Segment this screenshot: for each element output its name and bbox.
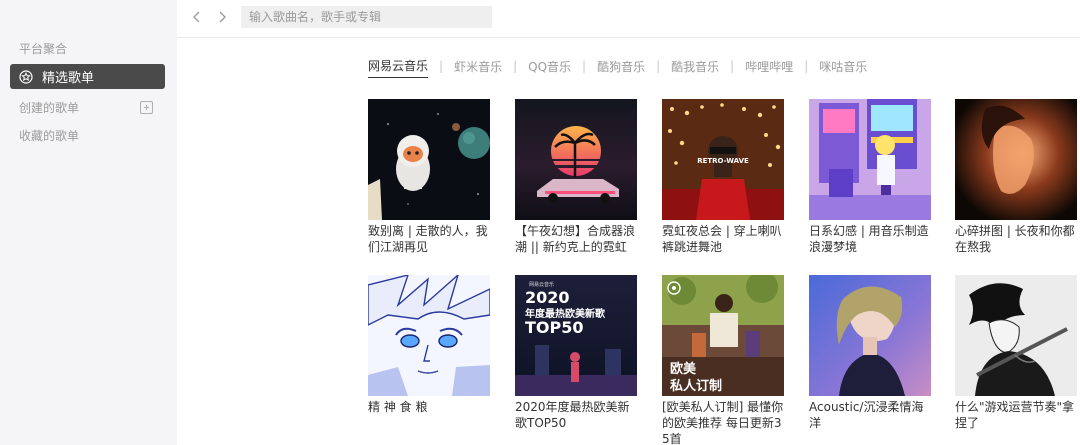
tab-divider: | [656, 59, 661, 73]
cover-text: 欧美 [670, 361, 697, 377]
tab-divider: | [439, 59, 444, 73]
add-playlist-icon[interactable] [140, 101, 153, 114]
playlist-cover[interactable] [515, 99, 637, 220]
playlist-title[interactable]: [欧美私人订制] 最懂你的欧美推荐 每日更新35首 [662, 399, 788, 445]
tab-qq[interactable]: QQ音乐 [528, 58, 571, 78]
playlist-title[interactable]: 精 神 食 粮 [368, 399, 494, 415]
star-circle-icon [19, 69, 33, 84]
cover-text: RETRO-WAVE [697, 157, 749, 165]
tab-xiami[interactable]: 虾米音乐 [454, 58, 502, 78]
tab-bilibili[interactable]: 哔哩哔哩 [745, 58, 793, 78]
playlist-card[interactable]: 精 神 食 粮 [368, 275, 490, 415]
tab-kuwo[interactable]: 酷我音乐 [671, 58, 719, 78]
sidebar-section-label: 平台聚合 [19, 42, 68, 56]
tab-divider: | [513, 59, 518, 73]
top-bar [177, 0, 1080, 38]
playlist-card[interactable]: 网易云音乐 2020 年度最热欧美新歌 TOP50 2020年度最热欧美新歌TO… [515, 275, 637, 431]
cover-text: 网易云音乐 [529, 281, 554, 288]
playlist-title[interactable]: Acoustic/沉浸柔情海洋 [809, 399, 935, 431]
playlist-card[interactable]: RETRO-WAVE 霓虹夜总会 | 穿上喇叭裤跳进舞池 [662, 99, 784, 255]
tab-migu[interactable]: 咪咕音乐 [819, 58, 867, 78]
playlist-title[interactable]: 霓虹夜总会 | 穿上喇叭裤跳进舞池 [662, 223, 788, 255]
cover-text: 2020 [525, 288, 570, 307]
tab-divider: | [804, 59, 809, 73]
sidebar-item-created-playlists[interactable]: 创建的歌单 [19, 99, 153, 116]
playlist-cover[interactable]: 欧美 私人订制 [662, 275, 784, 396]
playlist-title[interactable]: 什么"游戏运营节奏"拿捏了 [955, 399, 1080, 431]
chevron-left-icon[interactable] [189, 8, 205, 26]
playlist-card[interactable]: 致别离 | 走散的人，我们江湖再见 [368, 99, 490, 255]
playlist-title[interactable]: 【午夜幻想】合成器浪潮 || 新约克上的霓虹 [515, 223, 641, 255]
playlist-card[interactable]: 【午夜幻想】合成器浪潮 || 新约克上的霓虹 [515, 99, 637, 255]
playlist-cover[interactable] [955, 275, 1077, 396]
playlist-title[interactable]: 2020年度最热欧美新歌TOP50 [515, 399, 641, 431]
playlist-title[interactable]: 心碎拼图 | 长夜和你都在熬我 [955, 223, 1080, 255]
playlist-cover[interactable] [368, 275, 490, 396]
chevron-right-icon[interactable] [214, 8, 230, 26]
playlist-cover[interactable] [955, 99, 1077, 220]
sidebar-item-label: 收藏的歌单 [19, 129, 80, 143]
playlist-card[interactable]: 欧美 私人订制 [欧美私人订制] 最懂你的欧美推荐 每日更新35首 [662, 275, 784, 445]
playlist-card[interactable]: 什么"游戏运营节奏"拿捏了 [955, 275, 1077, 431]
playlist-title[interactable]: 致别离 | 走散的人，我们江湖再见 [368, 223, 494, 255]
playlist-title[interactable]: 日系幻感 | 用音乐制造浪漫梦境 [809, 223, 935, 255]
search-input[interactable] [241, 6, 492, 28]
platform-tabs: 网易云音乐 | 虾米音乐 | QQ音乐 | 酷狗音乐 | 酷我音乐 | 哔哩哔哩… [368, 57, 867, 78]
playlist-cover[interactable] [368, 99, 490, 220]
app-window: 平台聚合 精选歌单 创建的歌单 收藏的歌单 网易云音乐 | 虾米音乐 | QQ音… [0, 0, 1080, 445]
playlist-cover[interactable]: 网易云音乐 2020 年度最热欧美新歌 TOP50 [515, 275, 637, 396]
playlist-cover[interactable]: RETRO-WAVE [662, 99, 784, 220]
sidebar: 平台聚合 精选歌单 创建的歌单 收藏的歌单 [0, 0, 177, 445]
tab-netease[interactable]: 网易云音乐 [368, 57, 429, 78]
tab-kugou[interactable]: 酷狗音乐 [597, 58, 645, 78]
sidebar-item-label: 精选歌单 [42, 71, 95, 86]
playlist-card[interactable]: 心碎拼图 | 长夜和你都在熬我 [955, 99, 1077, 255]
playlist-card[interactable]: Acoustic/沉浸柔情海洋 [809, 275, 931, 431]
playlist-card[interactable]: 日系幻感 | 用音乐制造浪漫梦境 [809, 99, 931, 255]
sidebar-item-label: 创建的歌单 [19, 101, 80, 115]
playlist-cover[interactable] [809, 99, 931, 220]
cover-text: 私人订制 [670, 378, 722, 394]
tab-divider: | [730, 59, 735, 73]
tab-divider: | [582, 59, 587, 73]
playlist-cover[interactable] [809, 275, 931, 396]
sidebar-item-collected-playlists[interactable]: 收藏的歌单 [19, 127, 79, 144]
cover-text: TOP50 [525, 318, 584, 337]
sidebar-item-featured-playlists[interactable]: 精选歌单 [10, 64, 165, 89]
